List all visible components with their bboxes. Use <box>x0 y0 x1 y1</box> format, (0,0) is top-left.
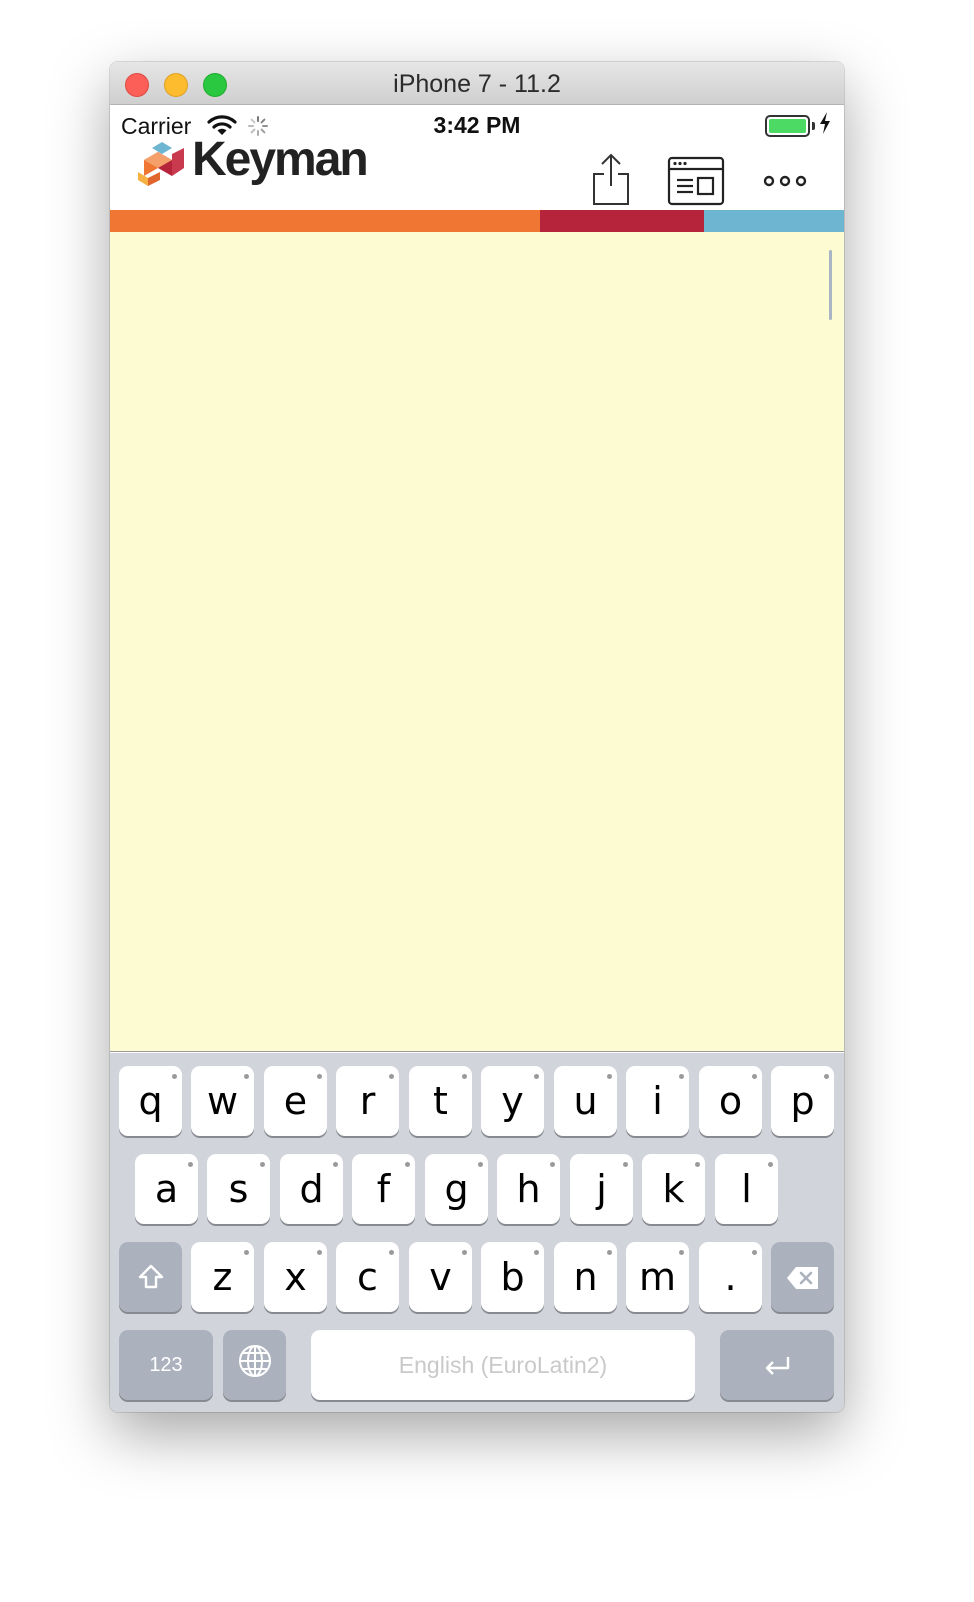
numbers-key[interactable]: 123 <box>119 1330 213 1400</box>
key-k[interactable]: k <box>642 1154 705 1224</box>
key-q[interactable]: q <box>119 1066 182 1136</box>
key-label: c <box>357 1255 378 1299</box>
key-l[interactable]: l <box>715 1154 778 1224</box>
key-w[interactable]: w <box>191 1066 254 1136</box>
window-title: iPhone 7 - 11.2 <box>393 70 561 98</box>
charging-bolt-icon <box>819 112 831 139</box>
key-label: u <box>573 1079 598 1123</box>
brand-stripe-blue <box>704 210 844 232</box>
space-bar[interactable]: English (EuroLatin2) <box>311 1330 695 1400</box>
key-p[interactable]: p <box>771 1066 834 1136</box>
return-icon <box>762 1343 792 1387</box>
scroll-indicator <box>829 250 832 320</box>
app-logo-text: Keyman <box>192 133 369 186</box>
key-label: t <box>433 1079 448 1123</box>
key-z[interactable]: z <box>191 1242 254 1312</box>
key-e[interactable]: e <box>264 1066 327 1136</box>
key-label: r <box>359 1079 376 1123</box>
key-label: k <box>662 1167 685 1211</box>
share-icon <box>590 153 632 209</box>
window-titlebar: iPhone 7 - 11.2 <box>110 62 844 105</box>
key-s[interactable]: s <box>207 1154 270 1224</box>
key-u[interactable]: u <box>554 1066 617 1136</box>
battery-tip <box>812 122 815 130</box>
key-label: s <box>228 1167 249 1211</box>
key-t[interactable]: t <box>409 1066 472 1136</box>
more-icon <box>762 175 808 191</box>
key-label: g <box>444 1167 469 1211</box>
key-m[interactable]: m <box>626 1242 689 1312</box>
globe-icon <box>238 1343 272 1387</box>
globe-key[interactable] <box>223 1330 286 1400</box>
brand-stripe-orange <box>110 210 540 232</box>
key-o[interactable]: o <box>699 1066 762 1136</box>
key-a[interactable]: a <box>135 1154 198 1224</box>
shift-icon <box>137 1255 165 1299</box>
brand-stripe-red <box>540 210 704 232</box>
space-bar-label: English (EuroLatin2) <box>398 1351 608 1378</box>
browser-button[interactable] <box>667 156 725 209</box>
key-v[interactable]: v <box>409 1242 472 1312</box>
key-label: i <box>652 1079 663 1123</box>
battery-icon <box>765 115 810 137</box>
key-n[interactable]: n <box>554 1242 617 1312</box>
backspace-icon <box>786 1255 820 1299</box>
key-b[interactable]: b <box>481 1242 544 1312</box>
key-label: . <box>724 1255 737 1299</box>
app-navigation-bar: Keyman <box>110 133 844 210</box>
key-label: h <box>516 1167 541 1211</box>
key-y[interactable]: y <box>481 1066 544 1136</box>
key-label: j <box>596 1167 607 1211</box>
key-label: b <box>500 1255 525 1299</box>
main-text-area[interactable] <box>110 232 844 1052</box>
shift-key[interactable] <box>119 1242 182 1312</box>
key-label: x <box>284 1255 307 1299</box>
key-label: m <box>638 1255 677 1299</box>
key-label: q <box>138 1079 163 1123</box>
share-button[interactable] <box>590 152 632 209</box>
return-key[interactable] <box>720 1330 834 1400</box>
key-period[interactable]: . <box>699 1242 762 1312</box>
key-x[interactable]: x <box>264 1242 327 1312</box>
key-f[interactable]: f <box>352 1154 415 1224</box>
numbers-key-label: 123 <box>149 1353 183 1376</box>
key-label: f <box>376 1167 391 1211</box>
key-d[interactable]: d <box>280 1154 343 1224</box>
browser-icon <box>667 156 725 209</box>
key-label: l <box>741 1167 752 1211</box>
key-label: w <box>206 1079 239 1123</box>
key-label: z <box>212 1255 233 1299</box>
keyman-keyboard: q w e r t y u i o p a s d f g h j k l z … <box>110 1053 844 1412</box>
key-g[interactable]: g <box>425 1154 488 1224</box>
key-c[interactable]: c <box>336 1242 399 1312</box>
key-label: o <box>718 1079 743 1123</box>
more-options-button[interactable] <box>762 174 808 191</box>
key-label: e <box>283 1079 308 1123</box>
key-label: a <box>154 1167 179 1211</box>
key-label: y <box>501 1079 524 1123</box>
key-i[interactable]: i <box>626 1066 689 1136</box>
key-label: n <box>573 1255 598 1299</box>
key-label: v <box>429 1255 452 1299</box>
keyman-logo-icon <box>134 138 190 195</box>
simulator-window: iPhone 7 - 11.2 Carrier 3:42 PM Keyman q… <box>110 62 844 1412</box>
key-h[interactable]: h <box>497 1154 560 1224</box>
key-j[interactable]: j <box>570 1154 633 1224</box>
key-r[interactable]: r <box>336 1066 399 1136</box>
key-label: d <box>299 1167 324 1211</box>
backspace-key[interactable] <box>771 1242 834 1312</box>
key-label: p <box>790 1079 815 1123</box>
